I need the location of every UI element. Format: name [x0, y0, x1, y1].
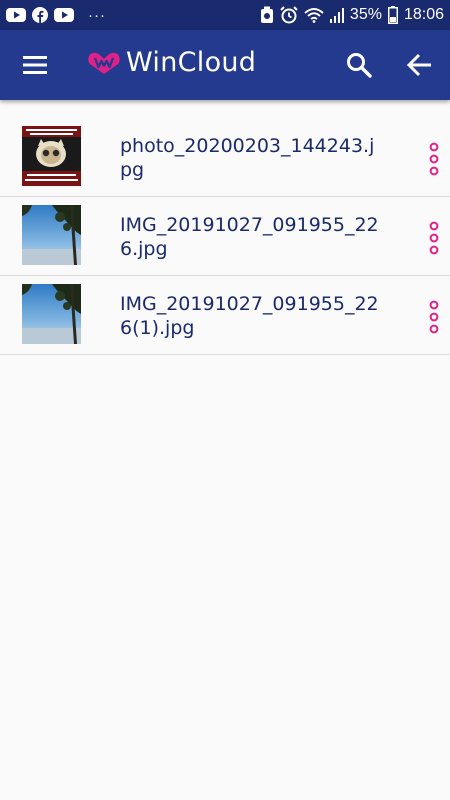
list-item[interactable]: IMG_20191027_091955_226(1).jpg [0, 276, 450, 355]
file-name: photo_20200203_144243.jpg [120, 135, 375, 181]
sky-tree-thumbnail [22, 284, 81, 344]
hamburger-menu-icon [23, 56, 47, 74]
more-vert-icon [429, 221, 439, 255]
search-button[interactable] [344, 50, 374, 80]
sky-tree-thumbnail [22, 205, 81, 265]
file-list: photo_20200203_144243.jpg IMG_20191027_0… [0, 118, 450, 355]
list-item[interactable]: photo_20200203_144243.jpg [0, 118, 450, 197]
cat-meme-thumbnail [22, 126, 81, 186]
file-name: IMG_20191027_091955_226(1).jpg [120, 293, 379, 339]
more-vert-icon [429, 142, 439, 176]
alarm-battery-icon [260, 6, 274, 24]
wincloud-logo-icon [88, 50, 120, 81]
back-button[interactable] [404, 50, 436, 80]
more-options-button[interactable] [424, 221, 444, 257]
back-arrow-icon [406, 53, 431, 77]
list-item[interactable]: IMG_20191027_091955_226.jpg [0, 197, 450, 276]
app-title: WinCloud [126, 47, 257, 78]
more-vert-icon [429, 300, 439, 334]
youtube-icon [6, 8, 26, 22]
battery-percent: 35% [349, 6, 382, 23]
wifi-icon [304, 7, 324, 23]
menu-button[interactable] [20, 53, 50, 77]
more-notifications-icon: ··· [88, 6, 106, 24]
search-icon [347, 53, 372, 78]
facebook-icon [32, 7, 48, 23]
status-bar-left: ··· [6, 7, 106, 24]
app-bar: WinCloud [0, 30, 450, 100]
file-name: IMG_20191027_091955_226.jpg [120, 214, 379, 260]
status-bar-right: 35% 18:06 [260, 6, 444, 24]
status-bar: ··· 35% 18:06 [0, 0, 450, 30]
clock-time: 18:06 [403, 6, 444, 23]
signal-icon [329, 7, 344, 23]
youtube-icon [54, 8, 74, 22]
more-options-button[interactable] [424, 300, 444, 336]
more-options-button[interactable] [424, 142, 444, 178]
alarm-clock-icon [280, 6, 298, 24]
battery-icon [387, 6, 398, 24]
